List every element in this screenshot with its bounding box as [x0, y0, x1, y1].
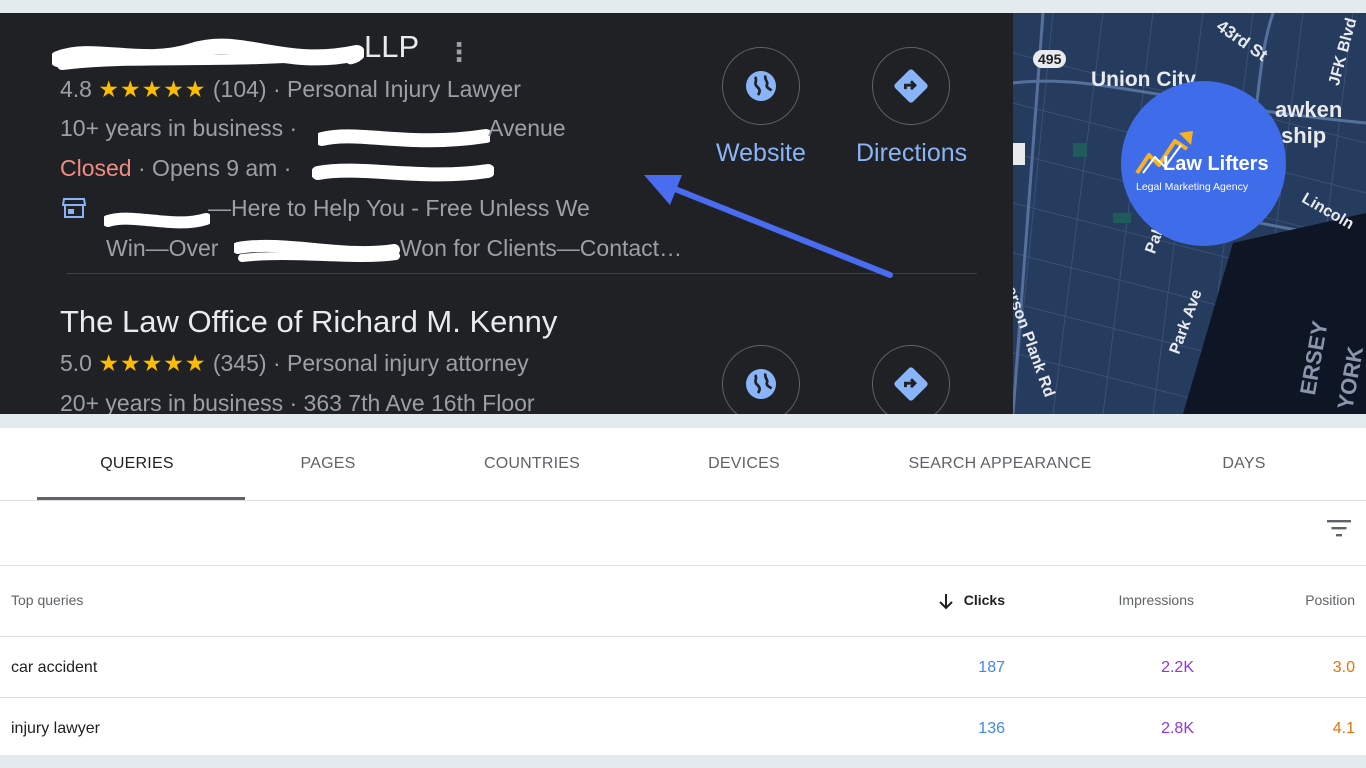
redacted-title-scribble [52, 38, 364, 70]
hours-row: Closed · Opens 9 am · [60, 155, 291, 182]
clicks-cell: 136 [978, 720, 1005, 737]
business-category: · Personal injury attorney [272, 350, 529, 376]
years-in-business: 10+ years in business · [60, 115, 298, 141]
logo-title: Law Lifters [1163, 153, 1269, 175]
route-495-badge: 495 [1033, 50, 1067, 68]
column-header-impressions[interactable]: Impressions [1054, 592, 1194, 608]
tab-queries[interactable]: QUERIES [37, 428, 237, 500]
star-rating-icon: ★★★★★ [98, 350, 207, 376]
tabs-divider [0, 500, 1366, 501]
business-title-suffix: LLP [364, 29, 420, 64]
redacted-amount-scribble [234, 239, 400, 262]
closed-status: Closed [60, 155, 132, 181]
business-title-second[interactable]: The Law Office of Richard M. Kenny [60, 304, 557, 340]
row-divider [0, 697, 1366, 698]
toolbar-divider [0, 565, 1366, 566]
website-button[interactable] [722, 47, 800, 125]
directions-button-second[interactable] [872, 345, 950, 414]
opening-hours: · Opens 9 am · [138, 155, 292, 181]
tab-search-appearance[interactable]: SEARCH APPEARANCE [880, 428, 1120, 500]
years-address-row: 10+ years in business · [60, 115, 297, 142]
star-rating-icon: ★★★★★ [98, 76, 207, 102]
review-count[interactable]: (104) [213, 76, 267, 102]
column-header-queries: Top queries [11, 592, 84, 608]
tab-days[interactable]: DAYS [1164, 428, 1324, 500]
globe-icon [746, 71, 776, 101]
website-button-second[interactable] [722, 345, 800, 414]
logo-tagline: Legal Marketing Agency [1136, 181, 1249, 193]
header-divider [0, 636, 1366, 637]
address-suffix: Avenue [488, 115, 566, 141]
column-header-clicks[interactable]: Clicks [905, 592, 1005, 608]
impressions-cell: 2.8K [1161, 720, 1194, 737]
position-cell: 3.0 [1332, 659, 1355, 676]
years-address-row-second: 20+ years in business · 363 7th Ave 16th… [60, 390, 535, 414]
filter-icon[interactable] [1326, 517, 1352, 539]
query-cell[interactable]: car accident [11, 659, 97, 677]
impressions-cell: 2.2K [1161, 659, 1194, 676]
tab-pages[interactable]: PAGES [248, 428, 408, 500]
redacted-phone-scribble [312, 163, 494, 182]
business-category: · Personal Injury Lawyer [272, 76, 521, 102]
clicks-cell: 187 [978, 659, 1005, 676]
redacted-ad-scribble [104, 212, 210, 229]
map-label-township: ship [1281, 123, 1327, 148]
storefront-icon [62, 198, 86, 218]
ad-text-line-2a: Win—Over [106, 235, 219, 261]
directions-icon [894, 367, 928, 401]
query-cell[interactable]: injury lawyer [11, 720, 100, 738]
maps-listing-panel: LLP ⋮ 4.8 ★★★★★ (104) · Personal Injury … [0, 13, 1013, 414]
map-label-weehawken: awken [1275, 97, 1343, 122]
column-header-position[interactable]: Position [1235, 592, 1355, 608]
more-options-icon[interactable]: ⋮ [446, 37, 472, 68]
redacted-address-scribble [318, 129, 490, 148]
directions-icon [894, 69, 928, 103]
review-count[interactable]: (345) [213, 350, 267, 376]
rating-value: 4.8 [60, 76, 92, 102]
annotation-arrow-icon [644, 175, 893, 278]
ad-text-line-1: —Here to Help You - Free Unless We [208, 195, 590, 221]
rating-row-second: 5.0 ★★★★★ (345) · Personal injury attorn… [60, 350, 529, 377]
globe-icon [746, 369, 776, 399]
law-lifters-logo: Law Lifters Legal Marketing Agency [1121, 81, 1286, 246]
search-console-panel: QUERIES PAGES COUNTRIES DEVICES SEARCH A… [0, 428, 1366, 755]
tab-devices[interactable]: DEVICES [664, 428, 824, 500]
tab-countries[interactable]: COUNTRIES [452, 428, 612, 500]
rating-value: 5.0 [60, 350, 92, 376]
directions-button[interactable] [872, 47, 950, 125]
rating-row: 4.8 ★★★★★ (104) · Personal Injury Lawyer [60, 76, 521, 103]
position-cell: 4.1 [1332, 720, 1355, 737]
